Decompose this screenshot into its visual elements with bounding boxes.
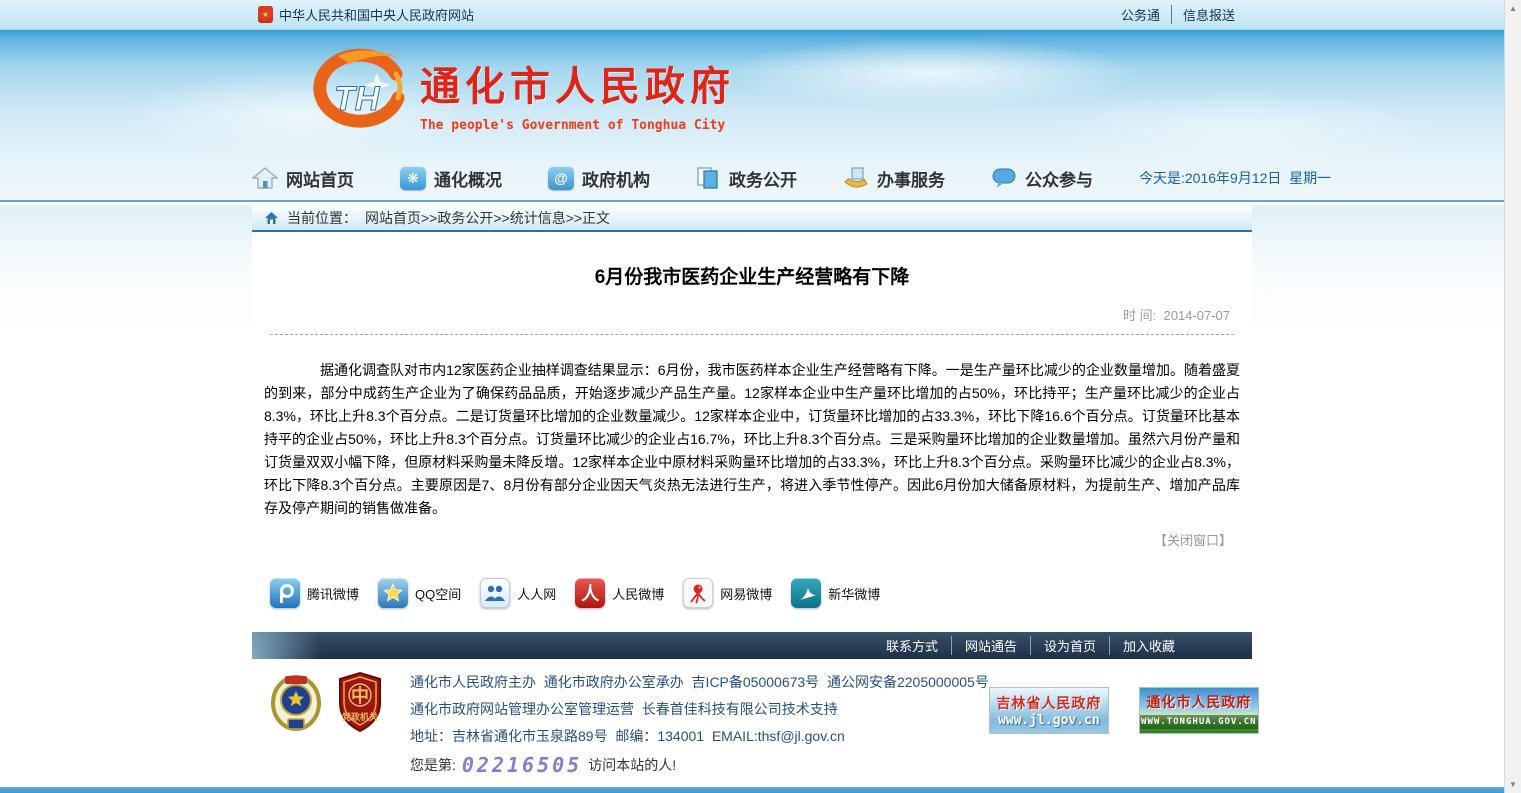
bottom-blue-strip bbox=[0, 787, 1504, 793]
nav-item-label: 公众参与 bbox=[1025, 170, 1093, 190]
counter-value: 02216505 bbox=[461, 753, 583, 777]
central-gov-site-link[interactable]: ★ 中华人民共和国中央人民政府网站 bbox=[258, 5, 474, 24]
breadcrumb: 当前位置： 网站首页>>政务公开>>统计信息>>正文 bbox=[252, 205, 1252, 232]
visitor-counter: 您是第: 02216505 访问本站的人! bbox=[410, 753, 989, 777]
nav-item-gov-affairs[interactable]: 政务公开 bbox=[696, 166, 797, 191]
banner-url: WWW.TONGHUA.GOV.CN bbox=[1139, 715, 1258, 729]
hand-service-icon bbox=[843, 166, 869, 190]
counter-suffix: 访问本站的人! bbox=[588, 757, 677, 773]
tencent-weibo-icon bbox=[270, 578, 300, 608]
at-icon: @ bbox=[548, 166, 574, 190]
speech-bubble-icon bbox=[991, 166, 1017, 190]
article-body: 据通化调查队对市内12家医药企业抽样调查结果显示：6月份，我市医药样本企业生产经… bbox=[264, 362, 1240, 516]
nav-item-overview[interactable]: ❋ 通化概况 bbox=[400, 166, 502, 191]
share-qzone[interactable]: QQ空间 bbox=[378, 578, 461, 608]
qzone-icon bbox=[378, 578, 409, 608]
share-label: QQ空间 bbox=[415, 586, 462, 602]
nav-item-label: 政府机构 bbox=[582, 170, 650, 190]
tonghua-gov-banner[interactable]: 通化市人民政府 WWW.TONGHUA.GOV.CN bbox=[1138, 687, 1259, 734]
site-header: TH 通化市人民政府 The people's Government of To… bbox=[0, 30, 1504, 202]
site-subtitle: The people's Government of Tonghua City bbox=[420, 118, 726, 133]
icon-glyph: ❋ bbox=[407, 169, 419, 186]
article-container: 6月份我市医药企业生产经营略有下降 时 间: 2014-07-07 据通化调查队… bbox=[252, 232, 1252, 632]
nav-item-services[interactable]: 办事服务 bbox=[843, 166, 945, 191]
share-bar: 腾讯微博 QQ空间 人人网 人 人民微博 网易微博 新华微博 bbox=[270, 578, 1252, 608]
breadcrumb-path[interactable]: 网站首页>>政务公开>>统计信息>>正文 bbox=[365, 208, 610, 228]
share-renren[interactable]: 人人网 bbox=[480, 578, 556, 608]
nav-item-label: 网站首页 bbox=[286, 170, 354, 190]
jilin-gov-banner[interactable]: 吉林省人民政府 www.jl.gov.cn bbox=[988, 687, 1109, 734]
netease-weibo-icon bbox=[683, 578, 714, 608]
current-date-text: 今天是:2016年9月12日 星期一 bbox=[1139, 170, 1332, 186]
top-government-bar: ★ 中华人民共和国中央人民政府网站 公务通 信息报送 bbox=[0, 0, 1504, 30]
article-title: 6月份我市医药企业生产经营略有下降 bbox=[594, 267, 910, 288]
people-weibo-icon: 人 bbox=[575, 578, 606, 608]
badge-label: 党政机关 bbox=[342, 711, 378, 722]
renren-icon bbox=[480, 578, 511, 608]
scroll-down-arrow-icon[interactable]: ▼ bbox=[1505, 776, 1521, 793]
banner-title: 通化市人民政府 bbox=[1146, 694, 1252, 710]
banner-title: 吉林省人民政府 bbox=[996, 695, 1102, 711]
national-emblem-icon: ★ bbox=[258, 6, 273, 23]
central-gov-site-label[interactable]: 中华人民共和国中央人民政府网站 bbox=[279, 5, 474, 24]
footer-link-bar: 联系方式 网站通告 设为首页 加入收藏 bbox=[252, 632, 1252, 659]
share-label: 人民微博 bbox=[612, 586, 665, 602]
share-people-weibo[interactable]: 人 人民微博 bbox=[575, 578, 664, 608]
main-navigation: 网站首页 ❋ 通化概况 @ 政府机构 政务公开 办事服务 公众参与 今天是:20… bbox=[252, 156, 1331, 200]
article-time: 时 间: 2014-07-07 bbox=[1123, 308, 1230, 323]
nav-item-gov-orgs[interactable]: @ 政府机构 bbox=[548, 166, 650, 191]
site-logo: TH 通化市人民政府 The people's Government of To… bbox=[304, 44, 735, 136]
gongwutong-link[interactable]: 公务通 bbox=[1110, 5, 1171, 24]
banner-url: www.jl.gov.cn bbox=[997, 713, 1100, 728]
footer-address-line: 地址：吉林省通化市玉泉路89号 邮编：134001 EMAIL:thsf@jl.… bbox=[410, 728, 845, 744]
party-gov-badge-icon[interactable]: 中 党政机关 bbox=[336, 671, 384, 738]
snowflake-icon: ❋ bbox=[400, 166, 426, 190]
home-icon bbox=[252, 166, 278, 190]
nav-item-label: 通化概况 bbox=[434, 170, 502, 190]
nav-item-label: 政务公开 bbox=[729, 170, 797, 190]
share-label: 腾讯微博 bbox=[307, 586, 360, 602]
share-tencent-weibo[interactable]: 腾讯微博 bbox=[270, 578, 359, 608]
breadcrumb-label: 当前位置： bbox=[287, 209, 357, 226]
documents-icon bbox=[696, 166, 721, 190]
nav-item-participation[interactable]: 公众参与 bbox=[991, 166, 1093, 191]
info-report-link[interactable]: 信息报送 bbox=[1170, 5, 1246, 24]
share-label: 网易微博 bbox=[720, 586, 773, 602]
vertical-scrollbar[interactable]: ▲ ▼ bbox=[1504, 0, 1521, 793]
footer-link-contact[interactable]: 联系方式 bbox=[873, 636, 951, 655]
share-netease-weibo[interactable]: 网易微博 bbox=[683, 578, 772, 608]
badge-glyph: 中 bbox=[351, 685, 369, 706]
breadcrumb-home-icon bbox=[265, 211, 278, 224]
dashed-divider bbox=[270, 334, 1234, 335]
footer-link-set-homepage[interactable]: 设为首页 bbox=[1029, 636, 1109, 655]
footer-link-notice[interactable]: 网站通告 bbox=[950, 636, 1030, 655]
xinhua-weibo-icon bbox=[791, 578, 822, 608]
footer-sponsor-line: 通化市人民政府主办 通化市政府办公室承办 吉ICP备05000673号 通公网安… bbox=[410, 674, 989, 690]
logo-mark-letters: TH bbox=[334, 80, 381, 118]
nav-item-label: 办事服务 bbox=[877, 170, 945, 190]
logo-swoosh-icon: TH bbox=[304, 44, 408, 136]
share-label: 新华微博 bbox=[828, 586, 881, 602]
footer-link-favorite[interactable]: 加入收藏 bbox=[1108, 636, 1188, 655]
share-label: 人人网 bbox=[517, 586, 557, 602]
counter-prefix: 您是第: bbox=[410, 757, 456, 773]
icon-glyph: @ bbox=[554, 170, 568, 186]
nav-item-home[interactable]: 网站首页 bbox=[252, 166, 354, 191]
footer-operator-line: 通化市政府网站管理办公室管理运营 长春首佳科技有限公司技术支持 bbox=[410, 701, 838, 717]
site-title: 通化市人民政府 bbox=[420, 65, 735, 109]
footer: 中 党政机关 通化市人民政府主办 通化市政府办公室承办 吉ICP备0500067… bbox=[252, 659, 1259, 786]
share-xinhua-weibo[interactable]: 新华微博 bbox=[791, 578, 880, 608]
icon-glyph: 人 bbox=[581, 584, 600, 604]
scroll-up-arrow-icon[interactable]: ▲ bbox=[1505, 0, 1521, 17]
close-window-link[interactable]: 【关闭窗口】 bbox=[1154, 533, 1232, 548]
page: ★ 中华人民共和国中央人民政府网站 公务通 信息报送 TH 通化市人民政府 Th… bbox=[0, 0, 1504, 793]
police-badge-icon[interactable] bbox=[269, 671, 323, 738]
